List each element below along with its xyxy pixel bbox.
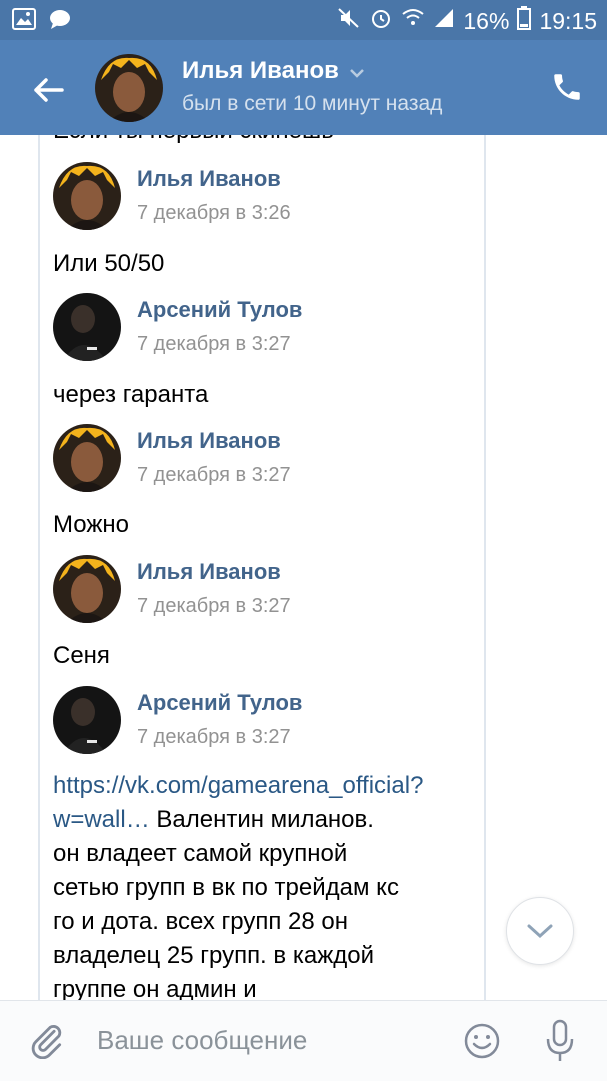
- avatar[interactable]: [53, 293, 121, 361]
- mute-icon: [337, 6, 361, 36]
- message-header: Арсений Тулов 7 декабря в 3:27: [53, 686, 473, 756]
- sender-name[interactable]: Илья Иванов: [137, 559, 281, 585]
- chevron-down-icon[interactable]: [349, 57, 365, 85]
- message-header: Илья Иванов 7 декабря в 3:27: [53, 424, 473, 494]
- message-icon: [48, 8, 72, 35]
- sender-name[interactable]: Арсений Тулов: [137, 690, 302, 716]
- message-text: Сеня: [53, 642, 110, 669]
- message-text: Или 50/50: [53, 250, 165, 277]
- contact-name[interactable]: Илья Иванов: [182, 57, 339, 85]
- avatar[interactable]: [53, 686, 121, 754]
- gallery-icon: [12, 8, 36, 35]
- chevron-down-icon: [527, 924, 553, 939]
- clock: 19:15: [539, 7, 597, 34]
- status-bar: 16% 19:15: [0, 0, 607, 40]
- contact-avatar[interactable]: [95, 54, 163, 122]
- message-thread[interactable]: Если ты первый скинешь Илья Иванов 7 дек…: [0, 135, 607, 1000]
- avatar[interactable]: [53, 424, 121, 492]
- microphone-icon[interactable]: [544, 1019, 576, 1063]
- contact-status: был в сети 10 минут назад: [182, 92, 443, 115]
- emoji-icon[interactable]: [462, 1021, 502, 1061]
- message-time: 7 декабря в 3:27: [137, 333, 291, 355]
- attach-icon[interactable]: [28, 1021, 66, 1060]
- message-text-with-link: https://vk.com/gamearena_official?w=wall…: [53, 769, 423, 1000]
- sender-name[interactable]: Арсений Тулов: [137, 297, 302, 323]
- message-text: через гаранта: [53, 381, 209, 408]
- forward-border-right: [484, 135, 486, 1000]
- message-time: 7 декабря в 3:26: [137, 202, 291, 224]
- sender-name[interactable]: Илья Иванов: [137, 166, 281, 192]
- back-arrow-icon[interactable]: [28, 70, 68, 110]
- message-text-cut: Если ты первый скинешь: [53, 135, 334, 145]
- scroll-down-button[interactable]: [506, 897, 574, 965]
- message-text: Можно: [53, 511, 129, 538]
- chat-header: Илья Иванов был в сети 10 минут назад: [0, 40, 607, 135]
- message-header: Илья Иванов 7 декабря в 3:26: [53, 162, 473, 232]
- phone-icon[interactable]: [550, 70, 584, 104]
- sender-name[interactable]: Илья Иванов: [137, 428, 281, 454]
- message-input[interactable]: Ваше сообщение: [97, 1025, 307, 1056]
- message-composer: Ваше сообщение: [0, 1000, 607, 1081]
- forward-border: [38, 135, 40, 1000]
- message-header: Арсений Тулов 7 декабря в 3:27: [53, 293, 473, 363]
- avatar[interactable]: [53, 555, 121, 623]
- message-time: 7 декабря в 3:27: [137, 595, 291, 617]
- battery-level: 16%: [463, 7, 510, 34]
- avatar[interactable]: [53, 162, 121, 230]
- signal-icon: [433, 7, 455, 35]
- message-time: 7 декабря в 3:27: [137, 464, 291, 486]
- alarm-icon: [369, 6, 393, 36]
- wifi-icon: [401, 6, 425, 36]
- message-time: 7 декабря в 3:27: [137, 726, 291, 748]
- message-text: Валентин миланов. он владеет самой крупн…: [53, 806, 399, 1000]
- battery-icon: [517, 6, 532, 36]
- message-header: Илья Иванов 7 декабря в 3:27: [53, 555, 473, 625]
